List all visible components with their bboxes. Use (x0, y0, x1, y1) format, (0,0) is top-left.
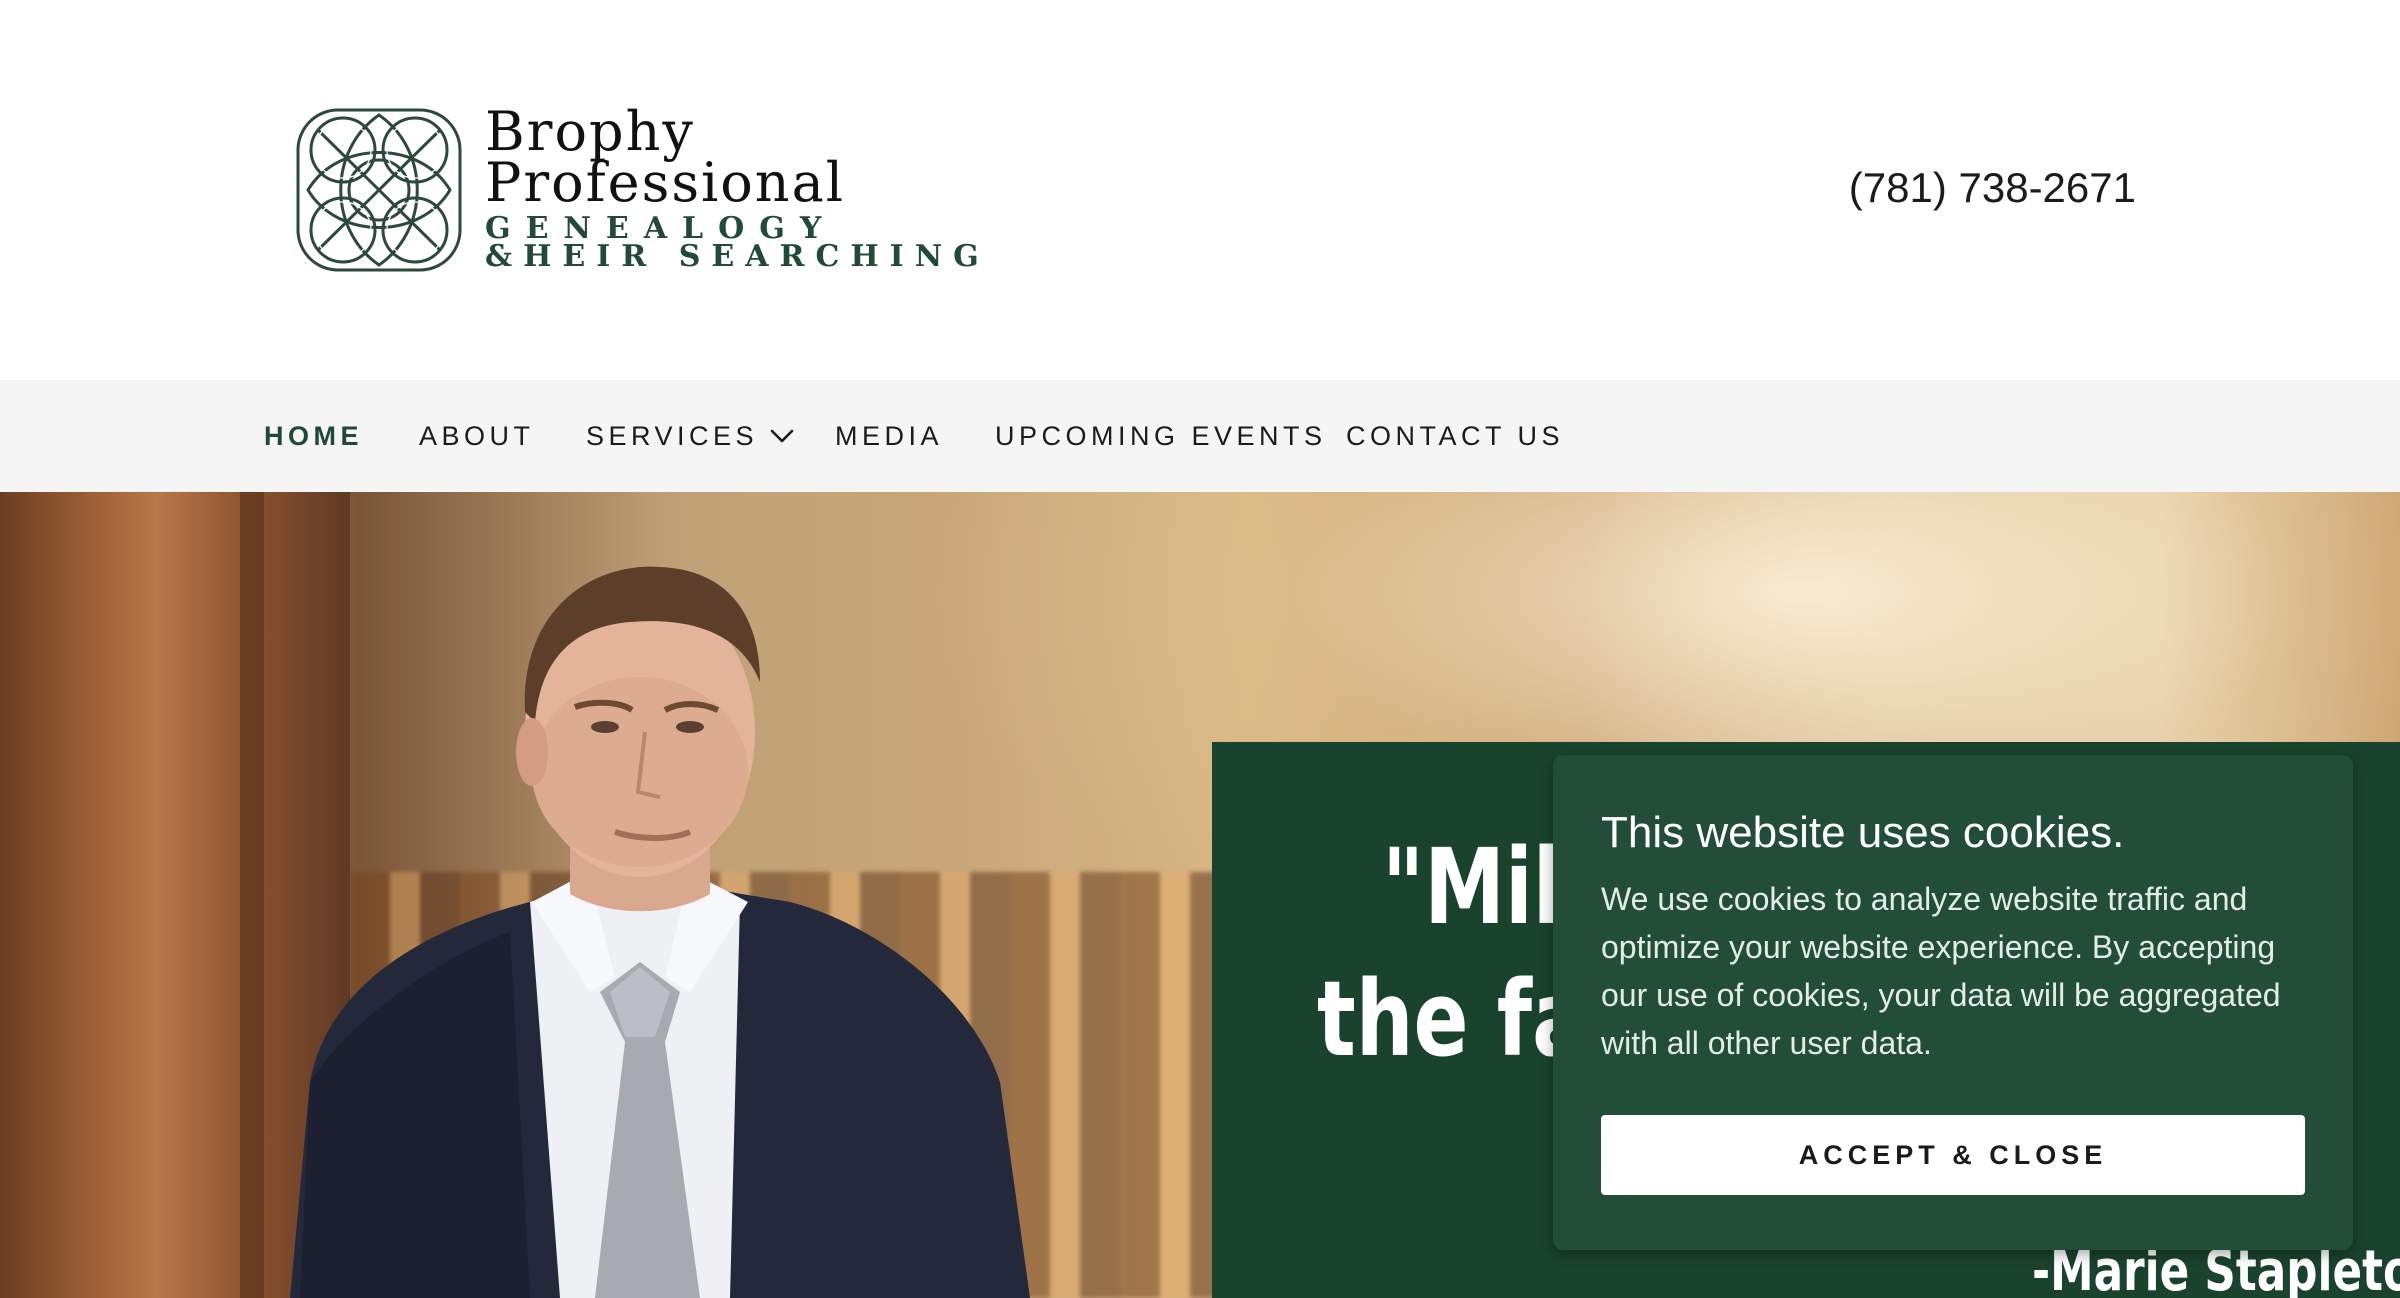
chevron-down-icon (770, 429, 794, 443)
hero-quote-line-2: the fa (1317, 958, 1587, 1080)
celtic-knot-icon (296, 108, 462, 272)
logo-tagline-heir-searching: &HEIR SEARCHING (485, 239, 990, 274)
nav-item-home[interactable]: HOME (264, 380, 363, 492)
cookie-consent-dialog: This website uses cookies. We use cookie… (1553, 755, 2353, 1250)
site-logo[interactable]: Brophy Professional GENEALOGY &HEIR SEAR… (288, 100, 979, 285)
nav-item-media[interactable]: MEDIA (835, 380, 943, 492)
nav-item-services-label: SERVICES (586, 420, 759, 451)
cookie-dialog-title: This website uses cookies. (1601, 808, 2125, 857)
phone-number-link[interactable]: (781) 738-2671 (1849, 163, 2136, 213)
hero-doorframe-edge (240, 492, 264, 1298)
nav-item-services[interactable]: SERVICES (586, 380, 794, 492)
accept-and-close-button[interactable]: ACCEPT & CLOSE (1601, 1115, 2305, 1195)
hero-portrait-image (290, 566, 1030, 1298)
hero-quote-attribution: -Marie Stapleton (2032, 1239, 2400, 1298)
nav-item-about[interactable]: ABOUT (419, 380, 535, 492)
site-header: Brophy Professional GENEALOGY &HEIR SEAR… (0, 0, 2400, 380)
main-nav: HOME ABOUT SERVICES MEDIA UPCOMING EVENT… (0, 380, 2400, 492)
nav-item-upcoming-events[interactable]: UPCOMING EVENTS (995, 380, 1327, 492)
cookie-dialog-message: We use cookies to analyze website traffi… (1601, 881, 2281, 1061)
nav-item-contact-us[interactable]: CONTACT US (1346, 380, 1564, 492)
logo-text-professional: Professional (485, 151, 846, 214)
